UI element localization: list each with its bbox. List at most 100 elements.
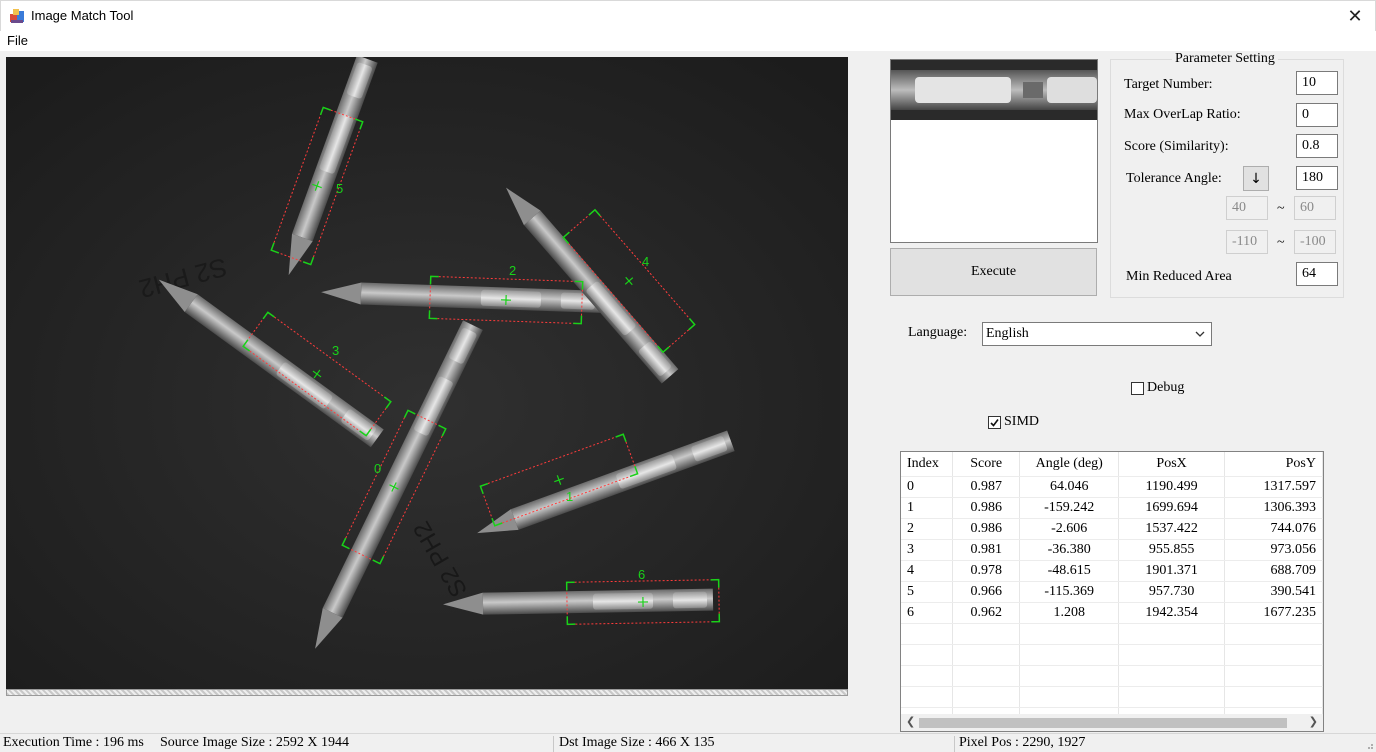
column-header-score[interactable]: Score	[952, 452, 1021, 477]
cell-index: 5	[901, 581, 953, 603]
close-button[interactable]: ✕	[1335, 1, 1375, 31]
scrollbar-thumb[interactable]	[919, 718, 1287, 728]
column-header-posx[interactable]: PosX	[1118, 452, 1226, 477]
cell-angle: -115.369	[1019, 581, 1119, 603]
cell-posx: 1190.499	[1118, 476, 1226, 498]
table-row[interactable]: 6 0.962 1.208 1942.354 1677.235	[901, 602, 1323, 624]
cell-posy: 1677.235	[1224, 602, 1323, 624]
target-number-label: Target Number:	[1124, 77, 1213, 92]
status-bar: Execution Time : 196 ms Source Image Siz…	[0, 733, 1376, 752]
cell-posx: 1942.354	[1118, 602, 1226, 624]
table-row[interactable]: 3 0.981 -36.380 955.855 973.056	[901, 539, 1323, 561]
cell-score: 0.962	[952, 602, 1021, 624]
cell-index: 0	[901, 476, 953, 498]
cell-posx: 1901.371	[1118, 560, 1226, 582]
tolerance-angle-label: Tolerance Angle:	[1126, 171, 1222, 186]
table-header-row: Index Score Angle (deg) PosX PosY	[901, 452, 1323, 477]
cell-posy: 390.541	[1224, 581, 1323, 603]
image-viewer[interactable]: S2 PH2 S2 PH2 0123456	[6, 57, 848, 689]
app-icon	[10, 9, 24, 23]
range2-separator: ~	[1277, 235, 1285, 250]
cell-index: 6	[901, 602, 953, 624]
match-index-label: 0	[374, 461, 381, 476]
column-header-posy[interactable]: PosY	[1224, 452, 1323, 477]
table-row-empty	[901, 686, 1323, 708]
parameter-group-title: Parameter Setting	[1172, 51, 1278, 67]
column-header-angle[interactable]: Angle (deg)	[1019, 452, 1119, 477]
cell-score: 0.986	[952, 497, 1021, 519]
viewer-scrollbar[interactable]	[6, 689, 848, 696]
template-image	[891, 60, 1097, 120]
table-row[interactable]: 0 0.987 64.046 1190.499 1317.597	[901, 476, 1323, 498]
cell-posy: 1317.597	[1224, 476, 1323, 498]
range2-from-input[interactable]: -110	[1226, 230, 1268, 254]
tolerance-angle-input[interactable]: 180	[1296, 166, 1338, 190]
simd-checkbox[interactable]: SIMD	[988, 414, 1039, 430]
status-separator	[553, 736, 554, 752]
table-row[interactable]: 5 0.966 -115.369 957.730 390.541	[901, 581, 1323, 603]
match-index-label: 2	[509, 263, 516, 278]
cell-index: 1	[901, 497, 953, 519]
max-overlap-input[interactable]: 0	[1296, 103, 1338, 127]
language-value: English	[986, 326, 1029, 341]
cell-index: 4	[901, 560, 953, 582]
cell-posx: 957.730	[1118, 581, 1226, 603]
range1-separator: ~	[1277, 201, 1285, 216]
table-row-empty	[901, 623, 1323, 645]
table-row[interactable]: 1 0.986 -159.242 1699.694 1306.393	[901, 497, 1323, 519]
match-index-label: 5	[336, 181, 343, 196]
chevron-down-icon	[1195, 331, 1205, 337]
table-row[interactable]: 2 0.986 -2.606 1537.422 744.076	[901, 518, 1323, 540]
language-label: Language:	[908, 325, 968, 340]
menu-file[interactable]: File	[7, 33, 28, 48]
range2-to-input[interactable]: -100	[1294, 230, 1336, 254]
cell-score: 0.981	[952, 539, 1021, 561]
simd-checkbox-box[interactable]	[988, 415, 1001, 429]
scroll-right-icon[interactable]: ❯	[1309, 715, 1318, 728]
debug-checkbox-box[interactable]	[1131, 381, 1144, 395]
range1-to-input[interactable]: 60	[1294, 196, 1336, 220]
cell-angle: -2.606	[1019, 518, 1119, 540]
execute-button[interactable]: Execute	[890, 248, 1097, 296]
tolerance-toggle-button[interactable]: ↓	[1243, 166, 1269, 191]
max-overlap-label: Max OverLap Ratio:	[1124, 107, 1241, 122]
table-row[interactable]: 4 0.978 -48.615 1901.371 688.709	[901, 560, 1323, 582]
min-reduced-area-input[interactable]: 64	[1296, 262, 1338, 286]
simd-label: SIMD	[1004, 414, 1040, 429]
debug-checkbox[interactable]: Debug	[1131, 380, 1184, 396]
match-index-label: 1	[566, 489, 573, 504]
cell-angle: -159.242	[1019, 497, 1119, 519]
cell-posy: 1306.393	[1224, 497, 1323, 519]
status-separator	[954, 736, 955, 752]
score-input[interactable]: 0.8	[1296, 134, 1338, 158]
debug-label: Debug	[1147, 380, 1185, 395]
cell-posy: 744.076	[1224, 518, 1323, 540]
cell-angle: 1.208	[1019, 602, 1119, 624]
column-header-index[interactable]: Index	[901, 452, 953, 477]
cell-angle: 64.046	[1019, 476, 1119, 498]
source-image-size: Source Image Size : 2592 X 1944	[160, 735, 349, 750]
cell-posy: 973.056	[1224, 539, 1323, 561]
cell-posy: 688.709	[1224, 560, 1323, 582]
match-index-label: 6	[638, 567, 645, 582]
table-row-empty	[901, 665, 1323, 687]
range1-from-input[interactable]: 40	[1226, 196, 1268, 220]
language-select[interactable]: English	[982, 322, 1212, 346]
cell-index: 2	[901, 518, 953, 540]
pixel-position: Pixel Pos : 2290, 1927	[959, 735, 1086, 750]
template-preview	[890, 59, 1098, 243]
results-table[interactable]: Index Score Angle (deg) PosX PosY 0 0.987…	[900, 451, 1324, 732]
screw-bit	[443, 588, 714, 615]
cell-index: 3	[901, 539, 953, 561]
checkmark-icon	[990, 418, 999, 427]
target-number-input[interactable]: 10	[1296, 71, 1338, 95]
resize-grip-icon[interactable]	[1364, 740, 1374, 750]
table-horizontal-scrollbar[interactable]: ❮ ❯	[901, 714, 1323, 731]
title-bar: Image Match Tool ✕	[0, 0, 1376, 31]
cell-posx: 1537.422	[1118, 518, 1226, 540]
cell-posx: 1699.694	[1118, 497, 1226, 519]
cell-score: 0.987	[952, 476, 1021, 498]
arrow-down-icon: ↓	[1250, 170, 1262, 187]
table-row-empty	[901, 644, 1323, 666]
scroll-left-icon[interactable]: ❮	[906, 715, 915, 728]
